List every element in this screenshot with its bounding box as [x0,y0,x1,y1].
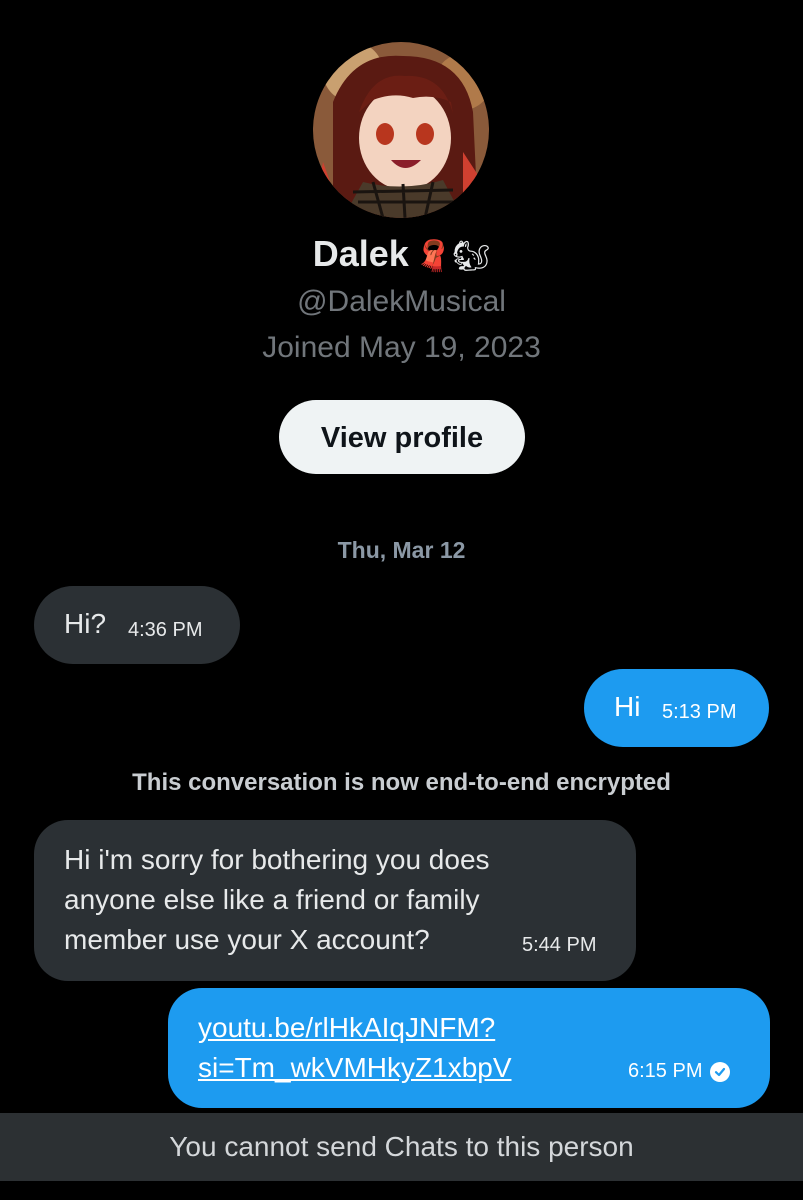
scarf-squirrel-emoji-icon: 🧣🐿 [414,239,491,274]
message-text: Hi [614,691,641,722]
message-time: 6:15 PM [628,1060,703,1082]
message-bubble-outgoing[interactable]: youtu.be/rlHkAIqJNFM? si=Tm_wkVMHkyZ1xbp… [168,988,770,1108]
joined-date: Joined May 19, 2023 [262,331,541,364]
message-bubble-outgoing[interactable]: Hi 5:13 PM [584,669,769,747]
message-link[interactable]: youtu.be/rlHkAIqJNFM? si=Tm_wkVMHkyZ1xbp… [198,1008,598,1088]
cannot-send-notice: You cannot send Chats to this person [0,1113,803,1181]
link-line-2: si=Tm_wkVMHkyZ1xbpV [198,1052,512,1083]
message-time: 5:13 PM [662,701,737,723]
anime-girl-avatar-icon [313,42,489,218]
message-bubble-incoming[interactable]: Hi? 4:36 PM [34,586,240,664]
message-meta: 6:15 PM [628,1060,731,1083]
user-handle: @DalekMusical [297,285,506,318]
view-profile-button[interactable]: View profile [279,400,525,474]
avatar[interactable] [313,42,489,218]
display-name-text: Dalek [312,233,409,274]
message-text: Hi i'm sorry for bothering you does anyo… [64,844,490,955]
message-time: 5:44 PM [522,934,597,956]
message-time: 4:36 PM [128,619,203,641]
message-text: Hi? [64,608,107,639]
encryption-notice: This conversation is now end-to-end encr… [132,769,671,796]
display-name: Dalek 🧣🐿 [0,232,803,279]
link-line-1: youtu.be/rlHkAIqJNFM? [198,1012,496,1043]
check-circle-icon [710,1061,731,1082]
message-bubble-incoming[interactable]: Hi i'm sorry for bothering you does anyo… [34,820,636,981]
date-separator: Thu, Mar 12 [337,537,466,563]
